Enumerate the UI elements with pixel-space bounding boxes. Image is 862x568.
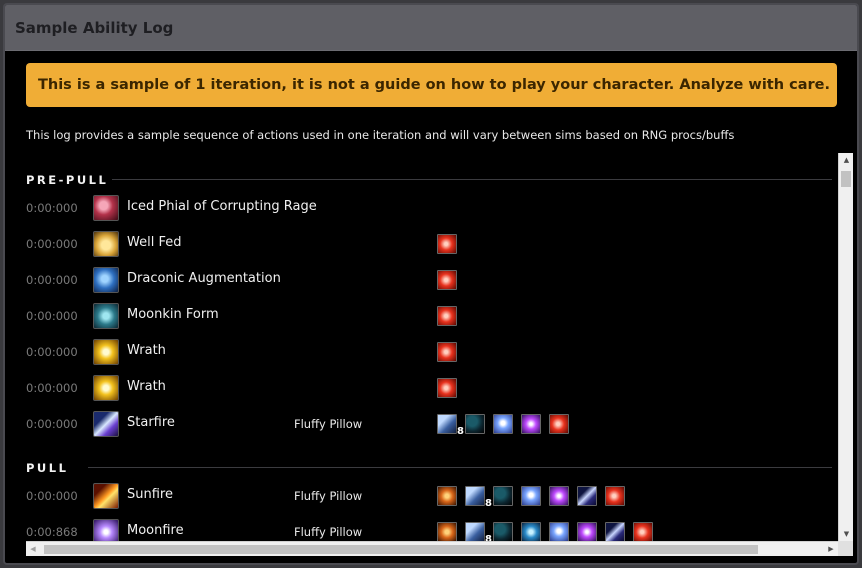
vertical-scrollbar[interactable]: ▲ ▼ — [838, 153, 853, 541]
section-label-pull: PULL — [26, 461, 69, 475]
ability-name: Wrath — [127, 343, 166, 358]
timestamp: 0:00:000 — [26, 381, 78, 395]
moon-buff-icon[interactable] — [493, 522, 513, 542]
timestamp: 0:00:000 — [26, 237, 78, 251]
section-label-prepull: PRE-PULL — [26, 173, 109, 187]
star-buff-icon[interactable] — [521, 414, 541, 434]
modal-title: Sample Ability Log — [15, 18, 174, 37]
stacking-buff-icon[interactable]: 8 — [437, 414, 464, 437]
scroll-up-arrow-icon[interactable]: ▲ — [839, 153, 853, 167]
red-buff-icon[interactable] — [605, 486, 625, 506]
scroll-right-arrow-icon[interactable]: ▶ — [824, 542, 838, 556]
buff-list — [437, 234, 457, 254]
timestamp: 0:00:000 — [26, 489, 78, 503]
red-buff-icon[interactable] — [437, 270, 457, 290]
stacking-buff-icon[interactable]: 8 — [465, 522, 492, 545]
roar-buff-icon[interactable] — [437, 486, 457, 506]
timestamp: 0:00:000 — [26, 345, 78, 359]
roar-buff-icon[interactable] — [437, 522, 457, 542]
target-name: Fluffy Pillow — [294, 489, 363, 503]
target-name: Fluffy Pillow — [294, 525, 363, 539]
warning-alert: This is a sample of 1 iteration, it is n… — [26, 63, 837, 107]
buff-stack-count: 8 — [485, 498, 492, 509]
red-buff-icon[interactable] — [437, 306, 457, 326]
ability-log-scroll-area[interactable]: PRE-PULL 0:00:000 Iced Phial of Corrupti… — [26, 153, 853, 556]
horizontal-scroll-thumb[interactable] — [44, 545, 758, 554]
timestamp: 0:00:000 — [26, 201, 78, 215]
log-row: 0:00:000 Wrath — [26, 371, 832, 407]
buff-list — [437, 378, 457, 398]
modal-body: This is a sample of 1 iteration, it is n… — [5, 51, 857, 563]
red-buff-icon[interactable] — [437, 342, 457, 362]
timestamp: 0:00:000 — [26, 273, 78, 287]
section-prepull: PRE-PULL — [26, 167, 832, 189]
red-buff-icon[interactable] — [437, 378, 457, 398]
log-row: 0:00:000 Draconic Augmentation — [26, 263, 832, 299]
orb-buff-icon[interactable] — [549, 522, 569, 542]
section-divider — [112, 179, 832, 180]
starfire-icon — [93, 411, 119, 437]
log-row: 0:00:000 Wrath — [26, 335, 832, 371]
ability-name: Iced Phial of Corrupting Rage — [127, 199, 317, 214]
log-row: 0:00:000 Well Fed — [26, 227, 832, 263]
well-fed-icon — [93, 231, 119, 257]
red-buff-icon[interactable] — [633, 522, 653, 542]
ability-name: Moonkin Form — [127, 307, 219, 322]
star-buff-icon[interactable] — [549, 486, 569, 506]
section-divider — [88, 467, 832, 468]
timestamp: 0:00:000 — [26, 417, 78, 431]
bolt-buff-icon[interactable] — [605, 522, 625, 542]
timestamp: 0:00:868 — [26, 525, 78, 539]
buff-list: 8 — [437, 414, 569, 437]
timestamp: 0:00:000 — [26, 309, 78, 323]
section-pull: PULL — [26, 455, 832, 477]
buff-list — [437, 270, 457, 290]
ability-name: Wrath — [127, 379, 166, 394]
log-description: This log provides a sample sequence of a… — [26, 128, 735, 142]
ability-name: Moonfire — [127, 523, 184, 538]
moonkin-form-icon — [93, 303, 119, 329]
scroll-down-arrow-icon[interactable]: ▼ — [839, 527, 853, 541]
log-row: 0:00:000 Starfire Fluffy Pillow 8 — [26, 407, 832, 443]
bolt-buff-icon[interactable] — [577, 486, 597, 506]
scroll-corner — [838, 541, 853, 556]
log-row: 0:00:000 Iced Phial of Corrupting Rage — [26, 191, 832, 227]
ability-name: Well Fed — [127, 235, 182, 250]
ability-log-modal: Sample Ability Log This is a sample of 1… — [3, 3, 859, 565]
sunfire-icon — [93, 483, 119, 509]
moon-buff-icon[interactable] — [493, 486, 513, 506]
buff-list: 8 — [437, 522, 653, 545]
orb-buff-icon[interactable] — [493, 414, 513, 434]
buff-list: 8 — [437, 486, 625, 509]
moon-buff-icon[interactable] — [465, 414, 485, 434]
star-buff-icon[interactable] — [577, 522, 597, 542]
ability-name: Draconic Augmentation — [127, 271, 281, 286]
ability-name: Sunfire — [127, 487, 173, 502]
sorb-buff-icon[interactable] — [521, 522, 541, 542]
target-name: Fluffy Pillow — [294, 417, 363, 431]
buff-list — [437, 306, 457, 326]
red-buff-icon[interactable] — [549, 414, 569, 434]
buff-list — [437, 342, 457, 362]
vertical-scroll-thumb[interactable] — [841, 171, 851, 187]
wrath-icon — [93, 375, 119, 401]
buff-stack-count: 8 — [457, 426, 464, 437]
iced-phial-icon — [93, 195, 119, 221]
stacking-buff-icon[interactable]: 8 — [465, 486, 492, 509]
ability-name: Starfire — [127, 415, 175, 430]
orb-buff-icon[interactable] — [521, 486, 541, 506]
log-row: 0:00:000 Sunfire Fluffy Pillow 8 — [26, 479, 832, 515]
horizontal-scrollbar[interactable]: ◀ ▶ — [26, 541, 838, 556]
scroll-left-arrow-icon[interactable]: ◀ — [26, 542, 40, 556]
log-row: 0:00:000 Moonkin Form — [26, 299, 832, 335]
red-buff-icon[interactable] — [437, 234, 457, 254]
modal-header: Sample Ability Log — [5, 5, 857, 51]
draconic-augmentation-icon — [93, 267, 119, 293]
wrath-icon — [93, 339, 119, 365]
